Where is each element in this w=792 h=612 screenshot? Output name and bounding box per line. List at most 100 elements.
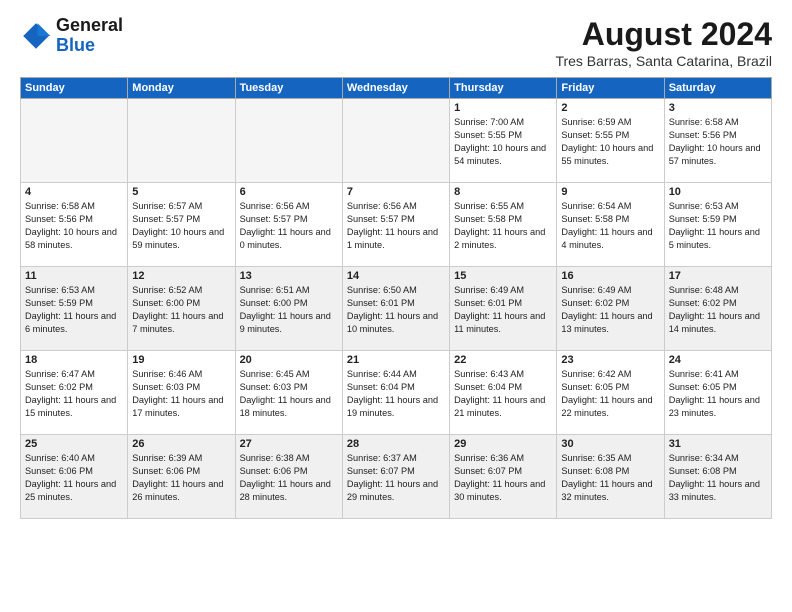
day-info: Sunrise: 6:53 AMSunset: 5:59 PMDaylight:…: [25, 284, 123, 336]
header: General Blue August 2024 Tres Barras, Sa…: [20, 16, 772, 69]
logo-general: General: [56, 15, 123, 35]
day-info: Sunrise: 6:38 AMSunset: 6:06 PMDaylight:…: [240, 452, 338, 504]
day-number: 3: [669, 102, 767, 114]
day-number: 8: [454, 186, 552, 198]
day-number: 15: [454, 270, 552, 282]
day-info: Sunrise: 6:56 AMSunset: 5:57 PMDaylight:…: [347, 200, 445, 252]
calendar-cell: 6 Sunrise: 6:56 AMSunset: 5:57 PMDaylight…: [235, 183, 342, 267]
day-info: Sunrise: 6:56 AMSunset: 5:57 PMDaylight:…: [240, 200, 338, 252]
calendar-cell: 12 Sunrise: 6:52 AMSunset: 6:00 PMDayligh…: [128, 267, 235, 351]
calendar-cell: 8 Sunrise: 6:55 AMSunset: 5:58 PMDaylight…: [450, 183, 557, 267]
day-info: Sunrise: 6:40 AMSunset: 6:06 PMDaylight:…: [25, 452, 123, 504]
weekday-header-row: SundayMondayTuesdayWednesdayThursdayFrid…: [21, 78, 772, 99]
day-number: 29: [454, 438, 552, 450]
day-number: 31: [669, 438, 767, 450]
calendar-cell: [235, 99, 342, 183]
day-info: Sunrise: 6:37 AMSunset: 6:07 PMDaylight:…: [347, 452, 445, 504]
day-number: 1: [454, 102, 552, 114]
weekday-header-wednesday: Wednesday: [342, 78, 449, 99]
calendar-cell: 16 Sunrise: 6:49 AMSunset: 6:02 PMDayligh…: [557, 267, 664, 351]
calendar-cell: 19Sunrise: 6:46 AMSunset: 6:03 PMDayligh…: [128, 351, 235, 435]
calendar-cell: 27 Sunrise: 6:38 AMSunset: 6:06 PMDayligh…: [235, 435, 342, 519]
calendar-cell: [128, 99, 235, 183]
calendar-cell: 7 Sunrise: 6:56 AMSunset: 5:57 PMDaylight…: [342, 183, 449, 267]
day-info: Sunrise: 6:42 AMSunset: 6:05 PMDaylight:…: [561, 368, 659, 420]
calendar-cell: 14 Sunrise: 6:50 AMSunset: 6:01 PMDayligh…: [342, 267, 449, 351]
day-info: Sunrise: 6:47 AMSunset: 6:02 PMDaylight:…: [25, 368, 123, 420]
calendar-cell: 23Sunrise: 6:42 AMSunset: 6:05 PMDayligh…: [557, 351, 664, 435]
weekday-header-friday: Friday: [557, 78, 664, 99]
day-number: 20: [240, 354, 338, 366]
logo-blue: Blue: [56, 35, 95, 55]
day-info: Sunrise: 6:45 AMSunset: 6:03 PMDaylight:…: [240, 368, 338, 420]
day-info: Sunrise: 6:50 AMSunset: 6:01 PMDaylight:…: [347, 284, 445, 336]
day-info: Sunrise: 6:35 AMSunset: 6:08 PMDaylight:…: [561, 452, 659, 504]
location: Tres Barras, Santa Catarina, Brazil: [555, 53, 772, 69]
day-info: Sunrise: 6:39 AMSunset: 6:06 PMDaylight:…: [132, 452, 230, 504]
calendar-cell: 31 Sunrise: 6:34 AMSunset: 6:08 PMDayligh…: [664, 435, 771, 519]
day-info: Sunrise: 6:34 AMSunset: 6:08 PMDaylight:…: [669, 452, 767, 504]
day-number: 12: [132, 270, 230, 282]
day-info: Sunrise: 6:44 AMSunset: 6:04 PMDaylight:…: [347, 368, 445, 420]
week-row-0: 1 Sunrise: 7:00 AMSunset: 5:55 PMDaylight…: [21, 99, 772, 183]
day-info: Sunrise: 6:41 AMSunset: 6:05 PMDaylight:…: [669, 368, 767, 420]
day-number: 21: [347, 354, 445, 366]
calendar-cell: 29Sunrise: 6:36 AMSunset: 6:07 PMDayligh…: [450, 435, 557, 519]
day-number: 10: [669, 186, 767, 198]
day-number: 18: [25, 354, 123, 366]
calendar-cell: 1 Sunrise: 7:00 AMSunset: 5:55 PMDaylight…: [450, 99, 557, 183]
calendar-cell: 30 Sunrise: 6:35 AMSunset: 6:08 PMDayligh…: [557, 435, 664, 519]
logo-text: General Blue: [56, 16, 123, 56]
day-number: 28: [347, 438, 445, 450]
weekday-header-saturday: Saturday: [664, 78, 771, 99]
day-number: 13: [240, 270, 338, 282]
calendar-cell: [342, 99, 449, 183]
day-info: Sunrise: 6:53 AMSunset: 5:59 PMDaylight:…: [669, 200, 767, 252]
day-number: 17: [669, 270, 767, 282]
calendar-cell: 5 Sunrise: 6:57 AMSunset: 5:57 PMDaylight…: [128, 183, 235, 267]
weekday-header-tuesday: Tuesday: [235, 78, 342, 99]
day-info: Sunrise: 6:55 AMSunset: 5:58 PMDaylight:…: [454, 200, 552, 252]
calendar-cell: 9 Sunrise: 6:54 AMSunset: 5:58 PMDaylight…: [557, 183, 664, 267]
day-info: Sunrise: 7:00 AMSunset: 5:55 PMDaylight:…: [454, 116, 552, 168]
day-info: Sunrise: 6:54 AMSunset: 5:58 PMDaylight:…: [561, 200, 659, 252]
day-number: 4: [25, 186, 123, 198]
weekday-header-sunday: Sunday: [21, 78, 128, 99]
logo-icon: [20, 20, 52, 52]
day-number: 2: [561, 102, 659, 114]
calendar-cell: 24 Sunrise: 6:41 AMSunset: 6:05 PMDayligh…: [664, 351, 771, 435]
weekday-header-monday: Monday: [128, 78, 235, 99]
calendar-cell: 13 Sunrise: 6:51 AMSunset: 6:00 PMDayligh…: [235, 267, 342, 351]
day-info: Sunrise: 6:58 AMSunset: 5:56 PMDaylight:…: [669, 116, 767, 168]
day-number: 14: [347, 270, 445, 282]
day-number: 27: [240, 438, 338, 450]
day-number: 6: [240, 186, 338, 198]
day-number: 16: [561, 270, 659, 282]
day-number: 5: [132, 186, 230, 198]
calendar-cell: 2 Sunrise: 6:59 AMSunset: 5:55 PMDaylight…: [557, 99, 664, 183]
day-number: 7: [347, 186, 445, 198]
day-info: Sunrise: 6:57 AMSunset: 5:57 PMDaylight:…: [132, 200, 230, 252]
day-number: 25: [25, 438, 123, 450]
day-number: 9: [561, 186, 659, 198]
calendar-cell: 21 Sunrise: 6:44 AMSunset: 6:04 PMDayligh…: [342, 351, 449, 435]
calendar-cell: 3 Sunrise: 6:58 AMSunset: 5:56 PMDaylight…: [664, 99, 771, 183]
day-info: Sunrise: 6:52 AMSunset: 6:00 PMDaylight:…: [132, 284, 230, 336]
calendar-cell: 28 Sunrise: 6:37 AMSunset: 6:07 PMDayligh…: [342, 435, 449, 519]
calendar-cell: 11 Sunrise: 6:53 AMSunset: 5:59 PMDayligh…: [21, 267, 128, 351]
day-number: 26: [132, 438, 230, 450]
day-info: Sunrise: 6:58 AMSunset: 5:56 PMDaylight:…: [25, 200, 123, 252]
calendar-cell: 10 Sunrise: 6:53 AMSunset: 5:59 PMDayligh…: [664, 183, 771, 267]
day-info: Sunrise: 6:51 AMSunset: 6:00 PMDaylight:…: [240, 284, 338, 336]
day-number: 19: [132, 354, 230, 366]
week-row-1: 4 Sunrise: 6:58 AMSunset: 5:56 PMDaylight…: [21, 183, 772, 267]
day-number: 11: [25, 270, 123, 282]
calendar-table: SundayMondayTuesdayWednesdayThursdayFrid…: [20, 77, 772, 519]
calendar-cell: 4 Sunrise: 6:58 AMSunset: 5:56 PMDaylight…: [21, 183, 128, 267]
day-info: Sunrise: 6:49 AMSunset: 6:02 PMDaylight:…: [561, 284, 659, 336]
day-number: 24: [669, 354, 767, 366]
day-info: Sunrise: 6:59 AMSunset: 5:55 PMDaylight:…: [561, 116, 659, 168]
week-row-4: 25 Sunrise: 6:40 AMSunset: 6:06 PMDayligh…: [21, 435, 772, 519]
day-number: 30: [561, 438, 659, 450]
page: General Blue August 2024 Tres Barras, Sa…: [0, 0, 792, 612]
